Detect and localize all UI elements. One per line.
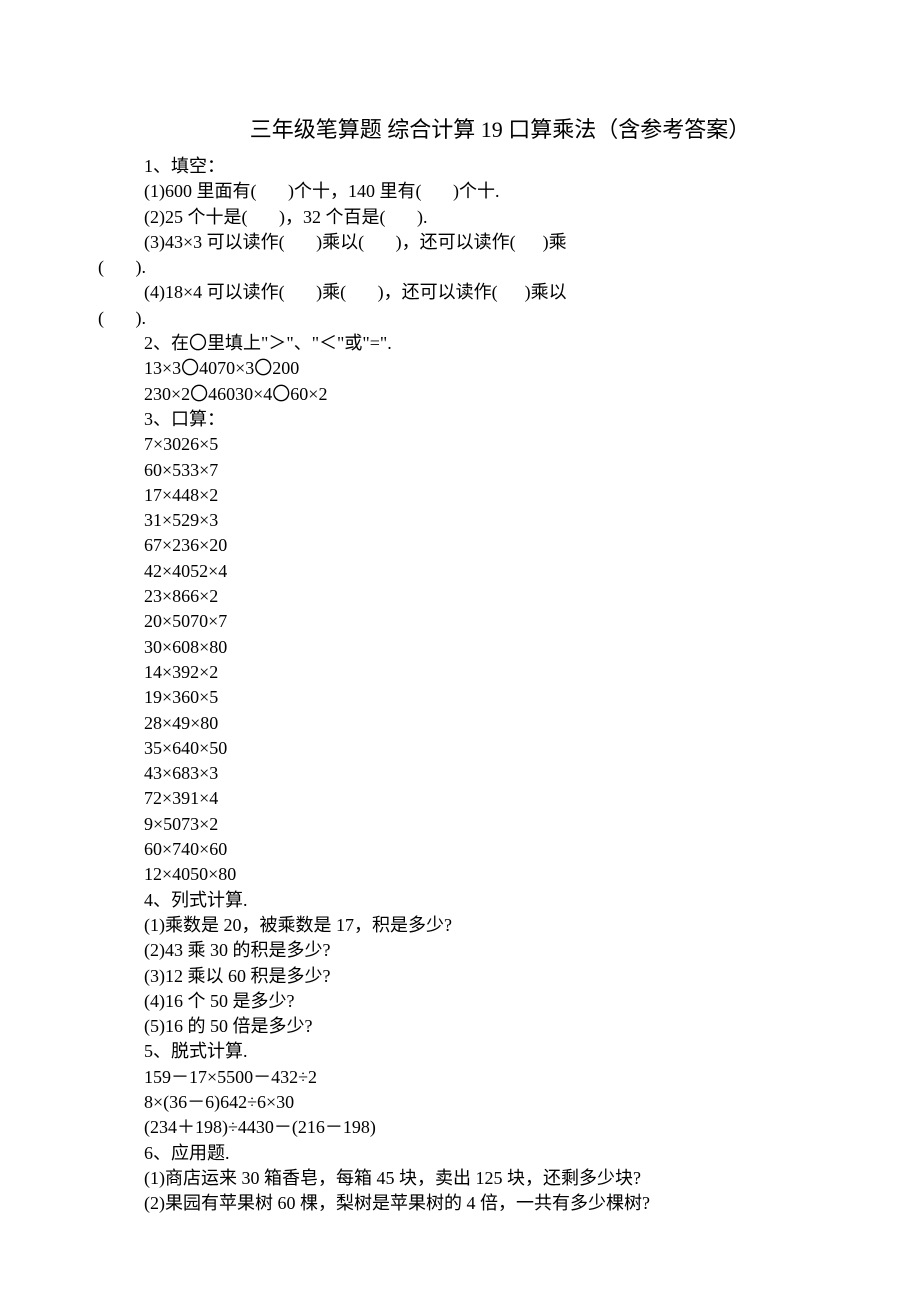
q3-line-13: 35×640×50: [98, 736, 822, 761]
q3-line-5: 67×236×20: [98, 533, 822, 558]
q3-line-8: 20×5070×7: [98, 609, 822, 634]
q3-line-6: 42×4052×4: [98, 559, 822, 584]
q1-item-3a: (3)43×3 可以读作( )乘以( )，还可以读作( )乘: [98, 230, 822, 255]
q4-line-3: (3)12 乘以 60 积是多少?: [98, 964, 822, 989]
q5-line-1: 159－17×5500－432÷2: [98, 1065, 822, 1090]
document-title: 三年级笔算题 综合计算 19 口算乘法（含参考答案）: [178, 112, 822, 144]
q3-line-10: 14×392×2: [98, 660, 822, 685]
q6-line-2: (2)果园有苹果树 60 棵，梨树是苹果树的 4 倍，一共有多少棵树?: [98, 1191, 822, 1216]
q3-line-16: 9×5073×2: [98, 812, 822, 837]
q1-heading: 1、填空：: [98, 154, 822, 179]
document-page: 三年级笔算题 综合计算 19 口算乘法（含参考答案） 1、填空： (1)600 …: [0, 0, 920, 1216]
q2-heading: 2、在〇里填上"＞"、"＜"或"=".: [98, 331, 822, 356]
q2-line-2: 230×2〇46030×4〇60×2: [98, 382, 822, 407]
q4-line-5: (5)16 的 50 倍是多少?: [98, 1014, 822, 1039]
q4-line-2: (2)43 乘 30 的积是多少?: [98, 938, 822, 963]
q3-line-2: 60×533×7: [98, 458, 822, 483]
q5-line-3: (234＋198)÷4430－(216－198): [98, 1115, 822, 1140]
q3-line-18: 12×4050×80: [98, 862, 822, 887]
q3-line-15: 72×391×4: [98, 786, 822, 811]
q1-item-3b: ( ).: [98, 255, 822, 280]
q3-line-11: 19×360×5: [98, 685, 822, 710]
q2-line-1: 13×3〇4070×3〇200: [98, 356, 822, 381]
q4-line-4: (4)16 个 50 是多少?: [98, 989, 822, 1014]
q3-line-17: 60×740×60: [98, 837, 822, 862]
q6-heading: 6、应用题.: [98, 1141, 822, 1166]
q4-line-1: (1)乘数是 20，被乘数是 17，积是多少?: [98, 913, 822, 938]
q3-heading: 3、口算：: [98, 407, 822, 432]
q3-line-4: 31×529×3: [98, 508, 822, 533]
q4-heading: 4、列式计算.: [98, 888, 822, 913]
q1-item-4b: ( ).: [98, 306, 822, 331]
q1-item-1: (1)600 里面有( )个十，140 里有( )个十.: [98, 179, 822, 204]
document-body: 1、填空： (1)600 里面有( )个十，140 里有( )个十. (2)25…: [98, 154, 822, 1216]
q3-line-3: 17×448×2: [98, 483, 822, 508]
q6-line-1: (1)商店运来 30 箱香皂，每箱 45 块，卖出 125 块，还剩多少块?: [98, 1166, 822, 1191]
q3-line-7: 23×866×2: [98, 584, 822, 609]
q3-line-14: 43×683×3: [98, 761, 822, 786]
q1-item-4a: (4)18×4 可以读作( )乘( )，还可以读作( )乘以: [98, 280, 822, 305]
q3-line-12: 28×49×80: [98, 711, 822, 736]
q5-heading: 5、脱式计算.: [98, 1039, 822, 1064]
q1-item-2: (2)25 个十是( )，32 个百是( ).: [98, 205, 822, 230]
q3-line-1: 7×3026×5: [98, 432, 822, 457]
q3-line-9: 30×608×80: [98, 635, 822, 660]
q5-line-2: 8×(36－6)642÷6×30: [98, 1090, 822, 1115]
